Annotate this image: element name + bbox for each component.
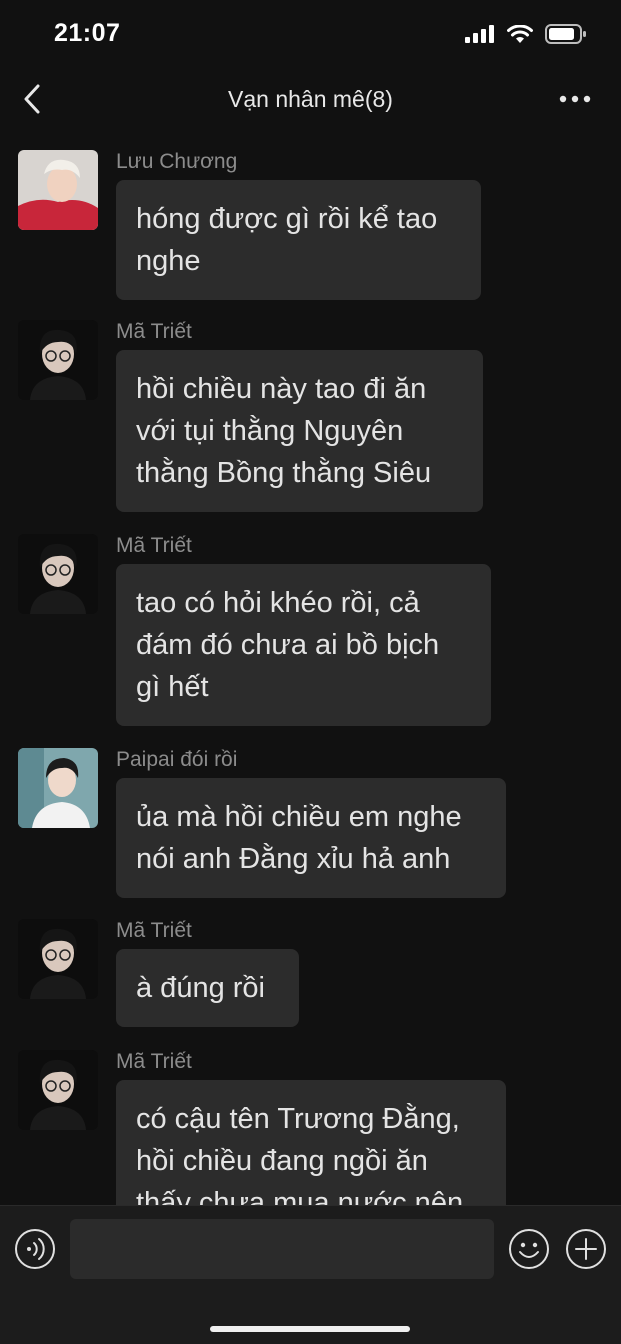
sender-name: Mã Triết [116,1050,192,1073]
avatar-glasses[interactable] [18,534,98,614]
avatar-glasses[interactable] [18,320,98,400]
message-line: thấy chưa mua nước nên [136,1187,464,1205]
sender-name: Mã Triết [116,320,192,343]
nav-bar: Vạn nhân mê(8) [0,68,621,130]
status-time: 21:07 [54,19,121,47]
plus-button[interactable] [565,1228,607,1270]
voice-button[interactable] [14,1228,56,1270]
status-bar: 21:07 [0,0,621,68]
message-line: đám đó chưa ai bồ bịch [136,629,440,661]
message-bubble[interactable]: ủa mà hồi chiều em nghe nói anh Đằng xỉu… [116,778,506,898]
battery-icon [545,24,586,44]
sender-name: Mã Triết [116,919,192,942]
voice-icon [15,1229,55,1269]
message-input[interactable] [70,1219,494,1279]
message-line: hồi chiều đang ngồi ăn [136,1145,428,1177]
message-line: à đúng rồi [136,972,265,1004]
message-line: hóng được gì rồi kể tao [136,203,438,235]
message-line: gì hết [136,671,209,703]
message-line: hồi chiều này tao đi ăn [136,373,427,405]
chat-title: Vạn nhân mê(8) [228,86,393,112]
more-dots-icon [559,95,591,103]
message-bubble[interactable]: có cậu tên Trương Đằng, hồi chiều đang n… [116,1080,506,1205]
wifi-icon [507,24,533,43]
avatar-white-shirt[interactable] [18,748,98,828]
message-line: tao có hỏi khéo rồi, cả [136,587,420,619]
message-bubble[interactable]: à đúng rồi [116,949,299,1027]
message-bubble[interactable]: hóng được gì rồi kể tao nghe [116,180,481,300]
input-bar [0,1205,621,1344]
message-bubble[interactable]: hồi chiều này tao đi ăn với tụi thằng Ng… [116,350,483,512]
avatar-red-hoodie[interactable] [18,150,98,230]
plus-icon [566,1229,606,1269]
message-line: ủa mà hồi chiều em nghe [136,801,462,833]
message-line: thằng Bồng thằng Siêu [136,457,432,489]
emoji-icon [509,1229,549,1269]
emoji-button[interactable] [508,1228,550,1270]
message-line: nghe [136,245,201,277]
chat-message-list[interactable]: Lưu Chương hóng được gì rồi kể tao nghe … [0,130,621,1205]
status-icons [465,24,587,44]
home-indicator[interactable] [210,1326,410,1332]
sender-name: Paipai đói rồi [116,748,238,771]
message-bubble[interactable]: tao có hỏi khéo rồi, cả đám đó chưa ai b… [116,564,491,726]
sender-name: Lưu Chương [116,150,238,173]
avatar-glasses[interactable] [18,1050,98,1130]
avatar-glasses[interactable] [18,919,98,999]
sender-name: Mã Triết [116,534,192,557]
signal-icon [465,25,494,43]
message-line: có cậu tên Trương Đằng, [136,1103,460,1135]
more-button[interactable] [559,90,591,108]
message-line: nói anh Đằng xỉu hả anh [136,843,451,875]
message-line: với tụi thằng Nguyên [136,415,404,447]
